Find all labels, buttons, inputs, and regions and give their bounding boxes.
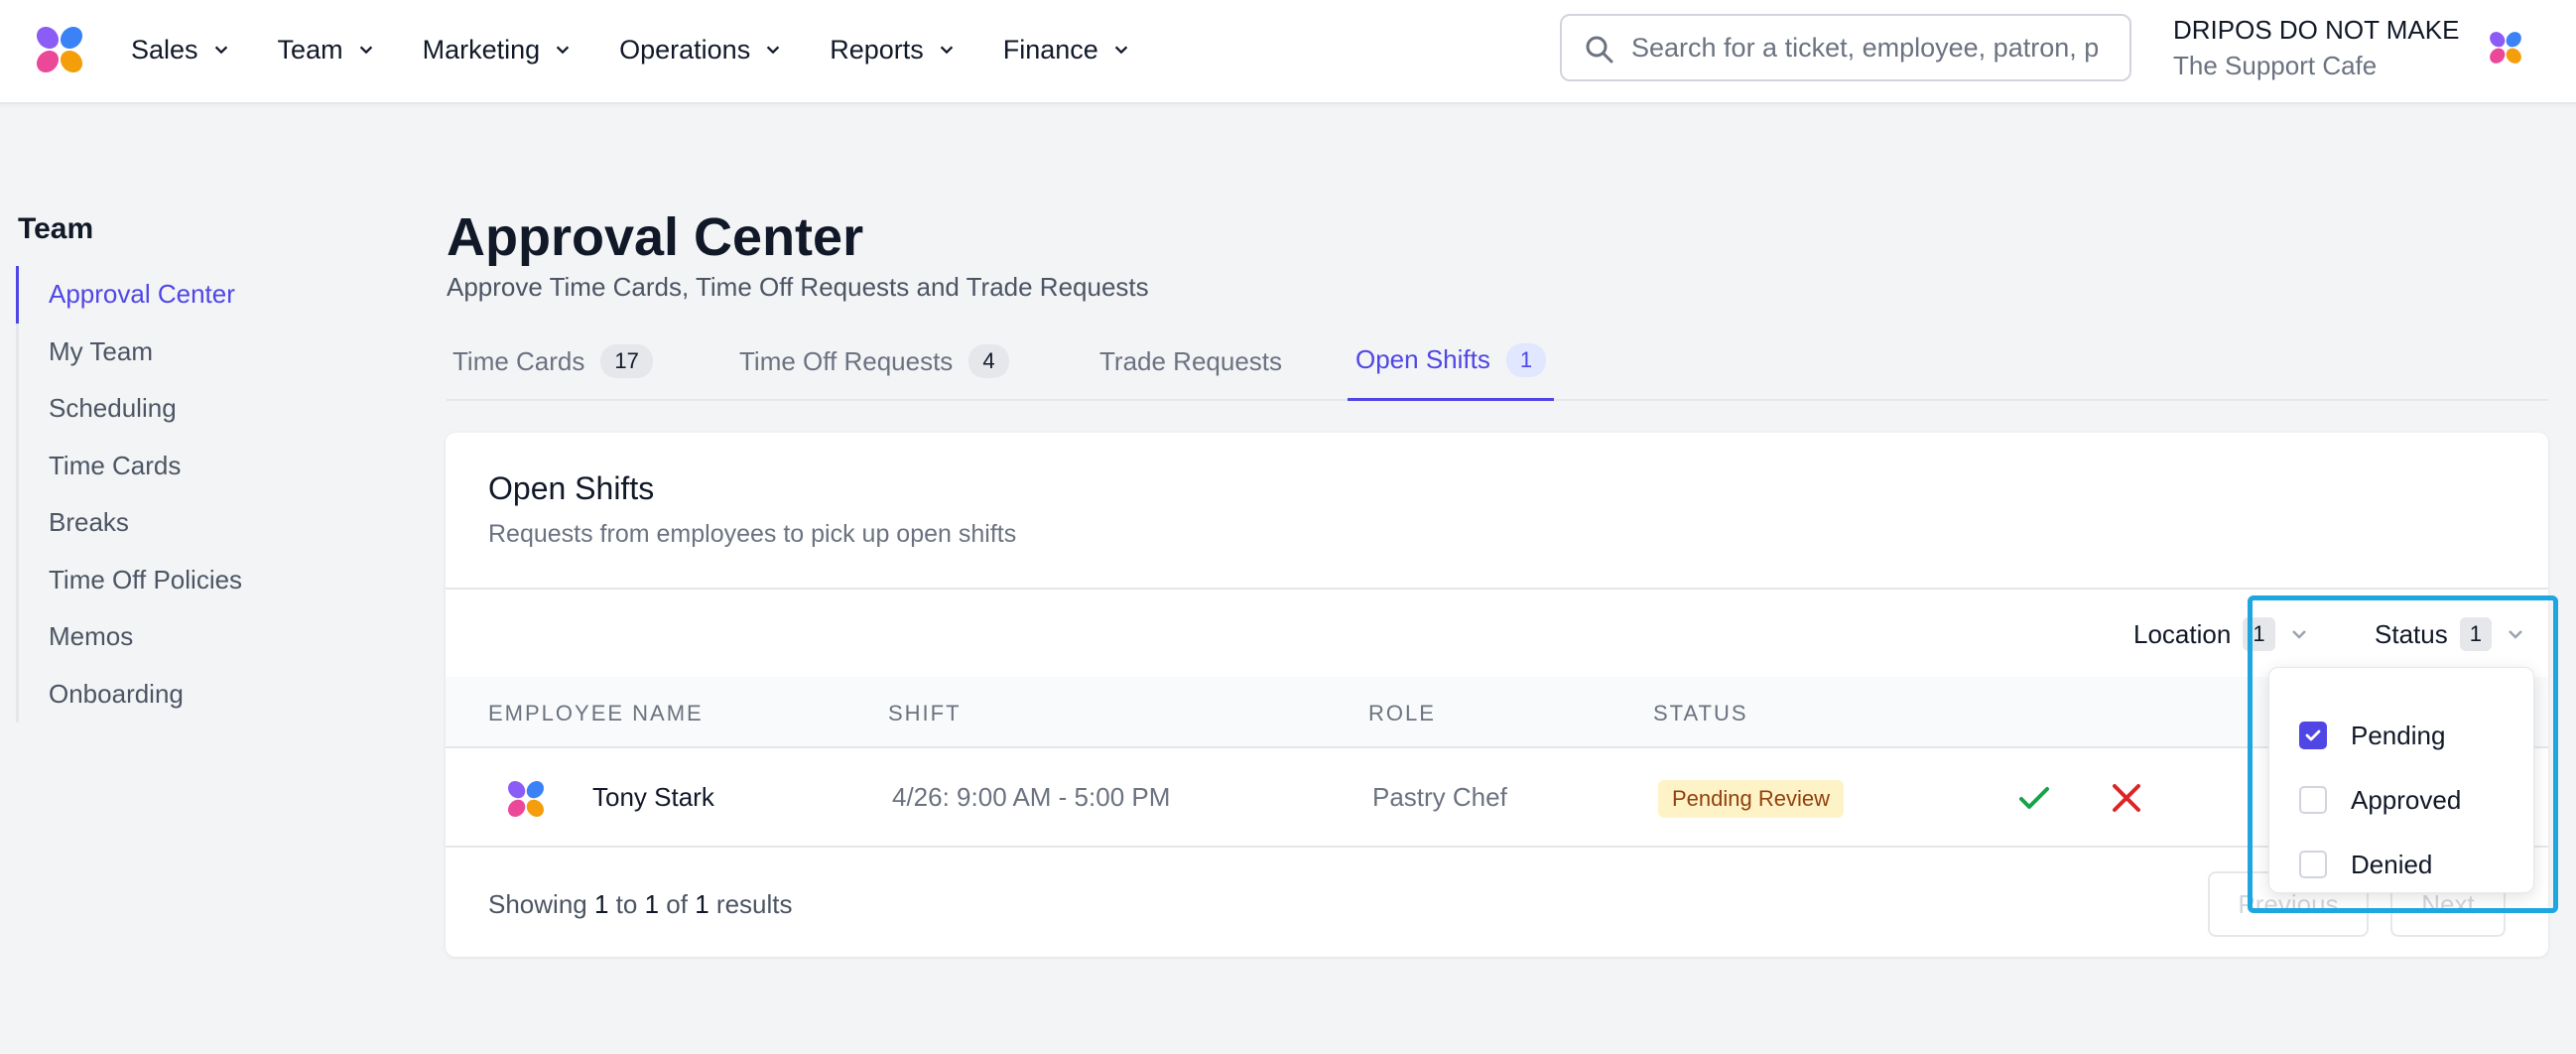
- tab-open-shifts[interactable]: Open Shifts 1: [1348, 322, 1555, 401]
- menu-label: Finance: [1002, 34, 1098, 65]
- summary-of-word: of: [666, 889, 688, 919]
- checkbox[interactable]: [2299, 786, 2327, 814]
- divider: [446, 588, 2548, 590]
- page-title: Approval Center: [447, 207, 864, 267]
- chevron-down-icon: [1114, 46, 1128, 55]
- count-badge: 17: [600, 344, 653, 378]
- count-badge: 1: [2459, 617, 2492, 651]
- chevron-down-icon: [2291, 630, 2306, 639]
- option-label: Denied: [2351, 849, 2433, 879]
- top-navbar: Sales Team Marketing Operations Reports …: [0, 0, 2576, 104]
- card-subtitle: Requests from employees to pick up open …: [488, 520, 1017, 548]
- sidebar-item-time-off-policies[interactable]: Time Off Policies: [19, 552, 353, 609]
- menu-label: Reports: [830, 34, 924, 65]
- account-location: The Support Cafe: [2173, 51, 2378, 80]
- column-header: STATUS: [1653, 701, 1748, 725]
- menu-team[interactable]: Team: [278, 35, 375, 66]
- chevron-down-icon: [214, 46, 227, 55]
- check-icon: [2305, 729, 2321, 741]
- menu-label: Team: [277, 34, 343, 65]
- menu-label: Sales: [131, 34, 198, 65]
- tab-time-off-requests[interactable]: Time Off Requests 4: [739, 322, 1009, 401]
- count-badge: 4: [968, 344, 1009, 378]
- summary-from: 1: [593, 889, 609, 919]
- account-switcher[interactable]: DRIPOS DO NOT MAKE The Support Cafe: [2173, 14, 2459, 85]
- column-header: SHIFT: [888, 701, 962, 725]
- open-shifts-card: Open Shifts Requests from employees to p…: [446, 433, 2548, 957]
- account-name: DRIPOS DO NOT MAKE: [2173, 15, 2460, 45]
- menu-operations[interactable]: Operations: [619, 35, 782, 66]
- tab-label: Open Shifts: [1355, 344, 1490, 374]
- table-row[interactable]: Tony Stark 4/26: 9:00 AM - 5:00 PM Pastr…: [446, 748, 2548, 848]
- summary-prefix: Showing: [488, 889, 587, 919]
- avatar: [507, 780, 545, 818]
- chevron-down-icon: [359, 46, 372, 55]
- tab-label: Time Off Requests: [739, 345, 954, 376]
- search-box[interactable]: [1560, 14, 2131, 81]
- main-menu: Sales Team Marketing Operations Reports …: [131, 0, 1178, 99]
- sidebar-item-my-team[interactable]: My Team: [19, 324, 353, 381]
- chevron-down-icon: [940, 46, 953, 55]
- search-input[interactable]: [1631, 32, 2098, 64]
- dripos-logo-icon[interactable]: [2484, 26, 2527, 69]
- chevron-down-icon: [556, 46, 570, 55]
- count-badge: 1: [2243, 617, 2275, 651]
- option-label: Pending: [2351, 720, 2446, 750]
- sidebar-nav: Approval Center My Team Scheduling Time …: [16, 266, 353, 723]
- summary-total: 1: [695, 889, 709, 919]
- sidebar-item-onboarding[interactable]: Onboarding: [19, 666, 353, 724]
- chevron-down-icon: [2509, 630, 2522, 639]
- filter-label: Location: [2133, 618, 2232, 649]
- sidebar-title: Team: [18, 212, 94, 245]
- sidebar-item-breaks[interactable]: Breaks: [19, 494, 353, 552]
- menu-label: Operations: [619, 34, 751, 65]
- tab-time-cards[interactable]: Time Cards 17: [452, 322, 653, 401]
- checkbox[interactable]: [2299, 851, 2327, 878]
- location-filter[interactable]: Location 1: [2133, 617, 2309, 651]
- table-header: EMPLOYEE NAME SHIFT ROLE STATUS: [446, 677, 2548, 748]
- column-header: ROLE: [1368, 701, 1436, 725]
- status-option-denied[interactable]: Denied: [2299, 845, 2432, 884]
- employee-name: Tony Stark: [592, 782, 714, 812]
- tab-label: Trade Requests: [1099, 345, 1283, 376]
- tab-trade-requests[interactable]: Trade Requests: [1099, 322, 1282, 401]
- menu-sales[interactable]: Sales: [131, 35, 230, 66]
- page-subtitle: Approve Time Cards, Time Off Requests an…: [447, 272, 1149, 302]
- menu-label: Marketing: [422, 34, 541, 65]
- summary-suffix: results: [715, 889, 793, 919]
- option-label: Approved: [2351, 784, 2462, 815]
- role: Pastry Chef: [1372, 782, 1507, 812]
- check-icon[interactable]: [2016, 780, 2052, 816]
- search-icon: [1586, 36, 1613, 64]
- dripos-logo-icon[interactable]: [28, 18, 91, 81]
- status-filter[interactable]: Status 1: [2375, 617, 2525, 651]
- chevron-down-icon: [767, 46, 780, 55]
- filter-label: Status: [2375, 618, 2448, 649]
- column-header: EMPLOYEE NAME: [488, 701, 704, 725]
- results-summary: Showing 1 to 1 of 1 results: [488, 889, 793, 920]
- card-title: Open Shifts: [488, 470, 655, 506]
- menu-marketing[interactable]: Marketing: [423, 35, 573, 66]
- checkbox[interactable]: [2299, 722, 2327, 749]
- shift-time: 4/26: 9:00 AM - 5:00 PM: [892, 782, 1171, 812]
- menu-reports[interactable]: Reports: [830, 35, 956, 66]
- status-badge: Pending Review: [1658, 780, 1844, 818]
- summary-to-word: to: [615, 889, 638, 919]
- menu-finance[interactable]: Finance: [1003, 35, 1130, 66]
- sidebar-item-time-cards[interactable]: Time Cards: [19, 438, 353, 495]
- sidebar-item-memos[interactable]: Memos: [19, 608, 353, 666]
- status-option-pending[interactable]: Pending: [2299, 716, 2445, 755]
- tab-label: Time Cards: [452, 345, 585, 376]
- x-icon[interactable]: [2109, 780, 2144, 816]
- tab-bar: Time Cards 17 Time Off Requests 4 Trade …: [447, 322, 2548, 401]
- sidebar-item-scheduling[interactable]: Scheduling: [19, 380, 353, 438]
- summary-to: 1: [644, 889, 660, 919]
- status-dropdown-menu: Pending Approved Denied: [2268, 667, 2534, 893]
- status-option-approved[interactable]: Approved: [2299, 780, 2461, 820]
- count-badge: 1: [1505, 342, 1547, 377]
- sidebar-item-approval-center[interactable]: Approval Center: [16, 266, 353, 324]
